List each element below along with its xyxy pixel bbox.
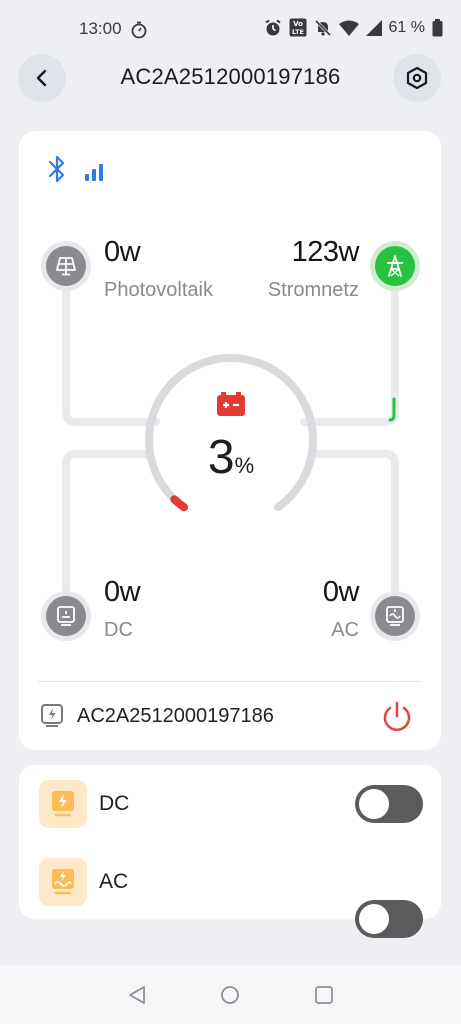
- volte-icon: Vo LTE: [289, 18, 307, 37]
- soc-readout: 3%: [160, 430, 302, 485]
- dc-output-label: DC: [99, 792, 130, 815]
- ac-output-icon: [386, 606, 404, 626]
- dc-output-tile: [39, 780, 87, 828]
- battery-status-icon: [217, 392, 245, 416]
- page-title: AC2A2512000197186: [120, 64, 341, 89]
- soc-unit: %: [234, 453, 255, 478]
- power-icon: [383, 701, 411, 731]
- status-time: 13:00: [79, 19, 122, 38]
- divider: [38, 681, 421, 682]
- stopwatch-icon: [131, 21, 147, 39]
- svg-text:Vo: Vo: [293, 20, 303, 28]
- battery-percent: 61 %: [388, 18, 425, 36]
- alarm-icon: [264, 19, 281, 35]
- pv-node[interactable]: [41, 241, 91, 291]
- dc-output-icon: [57, 606, 75, 626]
- grid-power-value: 123w: [291, 236, 360, 268]
- battery-icon: [432, 18, 443, 36]
- grid-node[interactable]: [370, 241, 420, 291]
- dc-node[interactable]: [41, 591, 91, 641]
- signal-icon: [365, 19, 382, 36]
- home-nav-icon[interactable]: [220, 985, 240, 1005]
- recents-nav-icon[interactable]: [314, 985, 334, 1005]
- hexagon-settings-icon: [406, 66, 428, 90]
- dc-socket-icon: [52, 791, 74, 817]
- dc-output-toggle[interactable]: [355, 785, 423, 823]
- dc-label: DC: [104, 619, 133, 641]
- pv-power-value: 0w: [104, 236, 141, 268]
- pv-label: Photovoltaik: [104, 279, 213, 301]
- ac-label: AC: [331, 619, 359, 641]
- ac-output-tile: [39, 858, 87, 906]
- dc-power-value: 0w: [104, 576, 141, 608]
- settings-button[interactable]: [393, 54, 441, 102]
- solar-panel-icon: [56, 257, 76, 276]
- ac-power-value: 0w: [322, 576, 360, 608]
- toggle-knob: [359, 789, 389, 819]
- power-tower-icon: [387, 255, 403, 277]
- device-id: AC2A2512000197186: [77, 705, 274, 727]
- ac-socket-icon: [52, 869, 74, 895]
- mute-icon: [314, 19, 331, 36]
- ac-output-label: AC: [99, 870, 129, 893]
- ac-node[interactable]: [370, 591, 420, 641]
- status-icons: Vo LTE 61 %: [264, 18, 443, 37]
- grid-label: Stromnetz: [267, 279, 359, 301]
- soc-value: 3: [207, 431, 235, 484]
- toggle-knob: [359, 904, 389, 934]
- back-nav-icon[interactable]: [127, 985, 147, 1005]
- wifi-icon: [338, 20, 359, 36]
- ac-output-toggle[interactable]: [355, 900, 423, 938]
- power-button[interactable]: [380, 700, 414, 734]
- device-icon: [41, 704, 63, 727]
- svg-text:LTE: LTE: [292, 28, 304, 36]
